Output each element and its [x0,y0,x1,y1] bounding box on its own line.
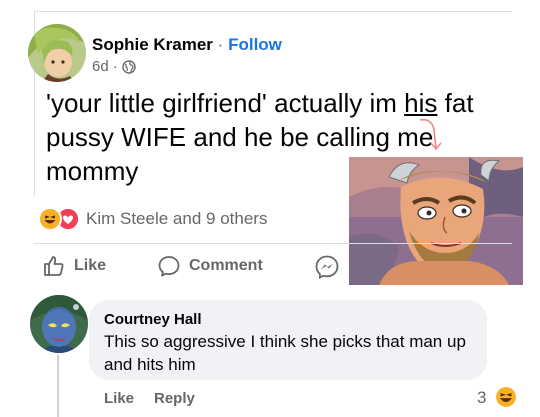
comment-bubble-icon [157,254,181,278]
comment-text: This so aggressive I think she picks tha… [104,332,466,374]
card-border-top [34,11,512,12]
comment-label: Comment [189,257,263,274]
drawn-arrow-icon [419,118,442,151]
comment-reaction-count[interactable]: 3 [477,388,486,408]
meme-image[interactable] [349,157,523,285]
comment-reply-button[interactable]: Reply [154,390,195,407]
post-meta: 6d · [92,58,136,75]
author-separator: · [217,35,224,54]
thread-line [57,355,59,417]
author-avatar-image [28,24,86,82]
globe-icon [121,59,136,74]
commenter-name[interactable]: Courtney Hall [104,311,202,328]
action-divider [34,243,512,244]
post-timestamp[interactable]: 6d [92,58,109,75]
author-avatar[interactable] [28,24,86,82]
messenger-share-button[interactable] [314,254,340,280]
haha-icon [495,386,517,408]
comment-like-button[interactable]: Like [104,390,134,407]
post-author-line: Sophie Kramer · Follow [92,35,282,55]
commenter-avatar[interactable] [30,295,88,353]
meme-illustration [349,157,523,285]
haha-icon [38,207,62,231]
messenger-icon [314,254,340,280]
post-text-part-1: 'your little girlfriend' actually im [46,88,405,118]
follow-button[interactable]: Follow [228,35,282,54]
reaction-summary[interactable]: Kim Steele and 9 others [38,207,267,231]
meta-separator: · [112,58,118,75]
thumbs-up-icon [42,254,66,278]
post-author-name[interactable]: Sophie Kramer [92,35,213,54]
reaction-summary-text: Kim Steele and 9 others [86,209,268,228]
post-text-underlined: his [404,88,438,118]
like-label: Like [74,257,107,274]
commenter-avatar-image [30,295,88,353]
like-button[interactable]: Like [42,254,106,278]
comment-button[interactable]: Comment [157,254,263,278]
